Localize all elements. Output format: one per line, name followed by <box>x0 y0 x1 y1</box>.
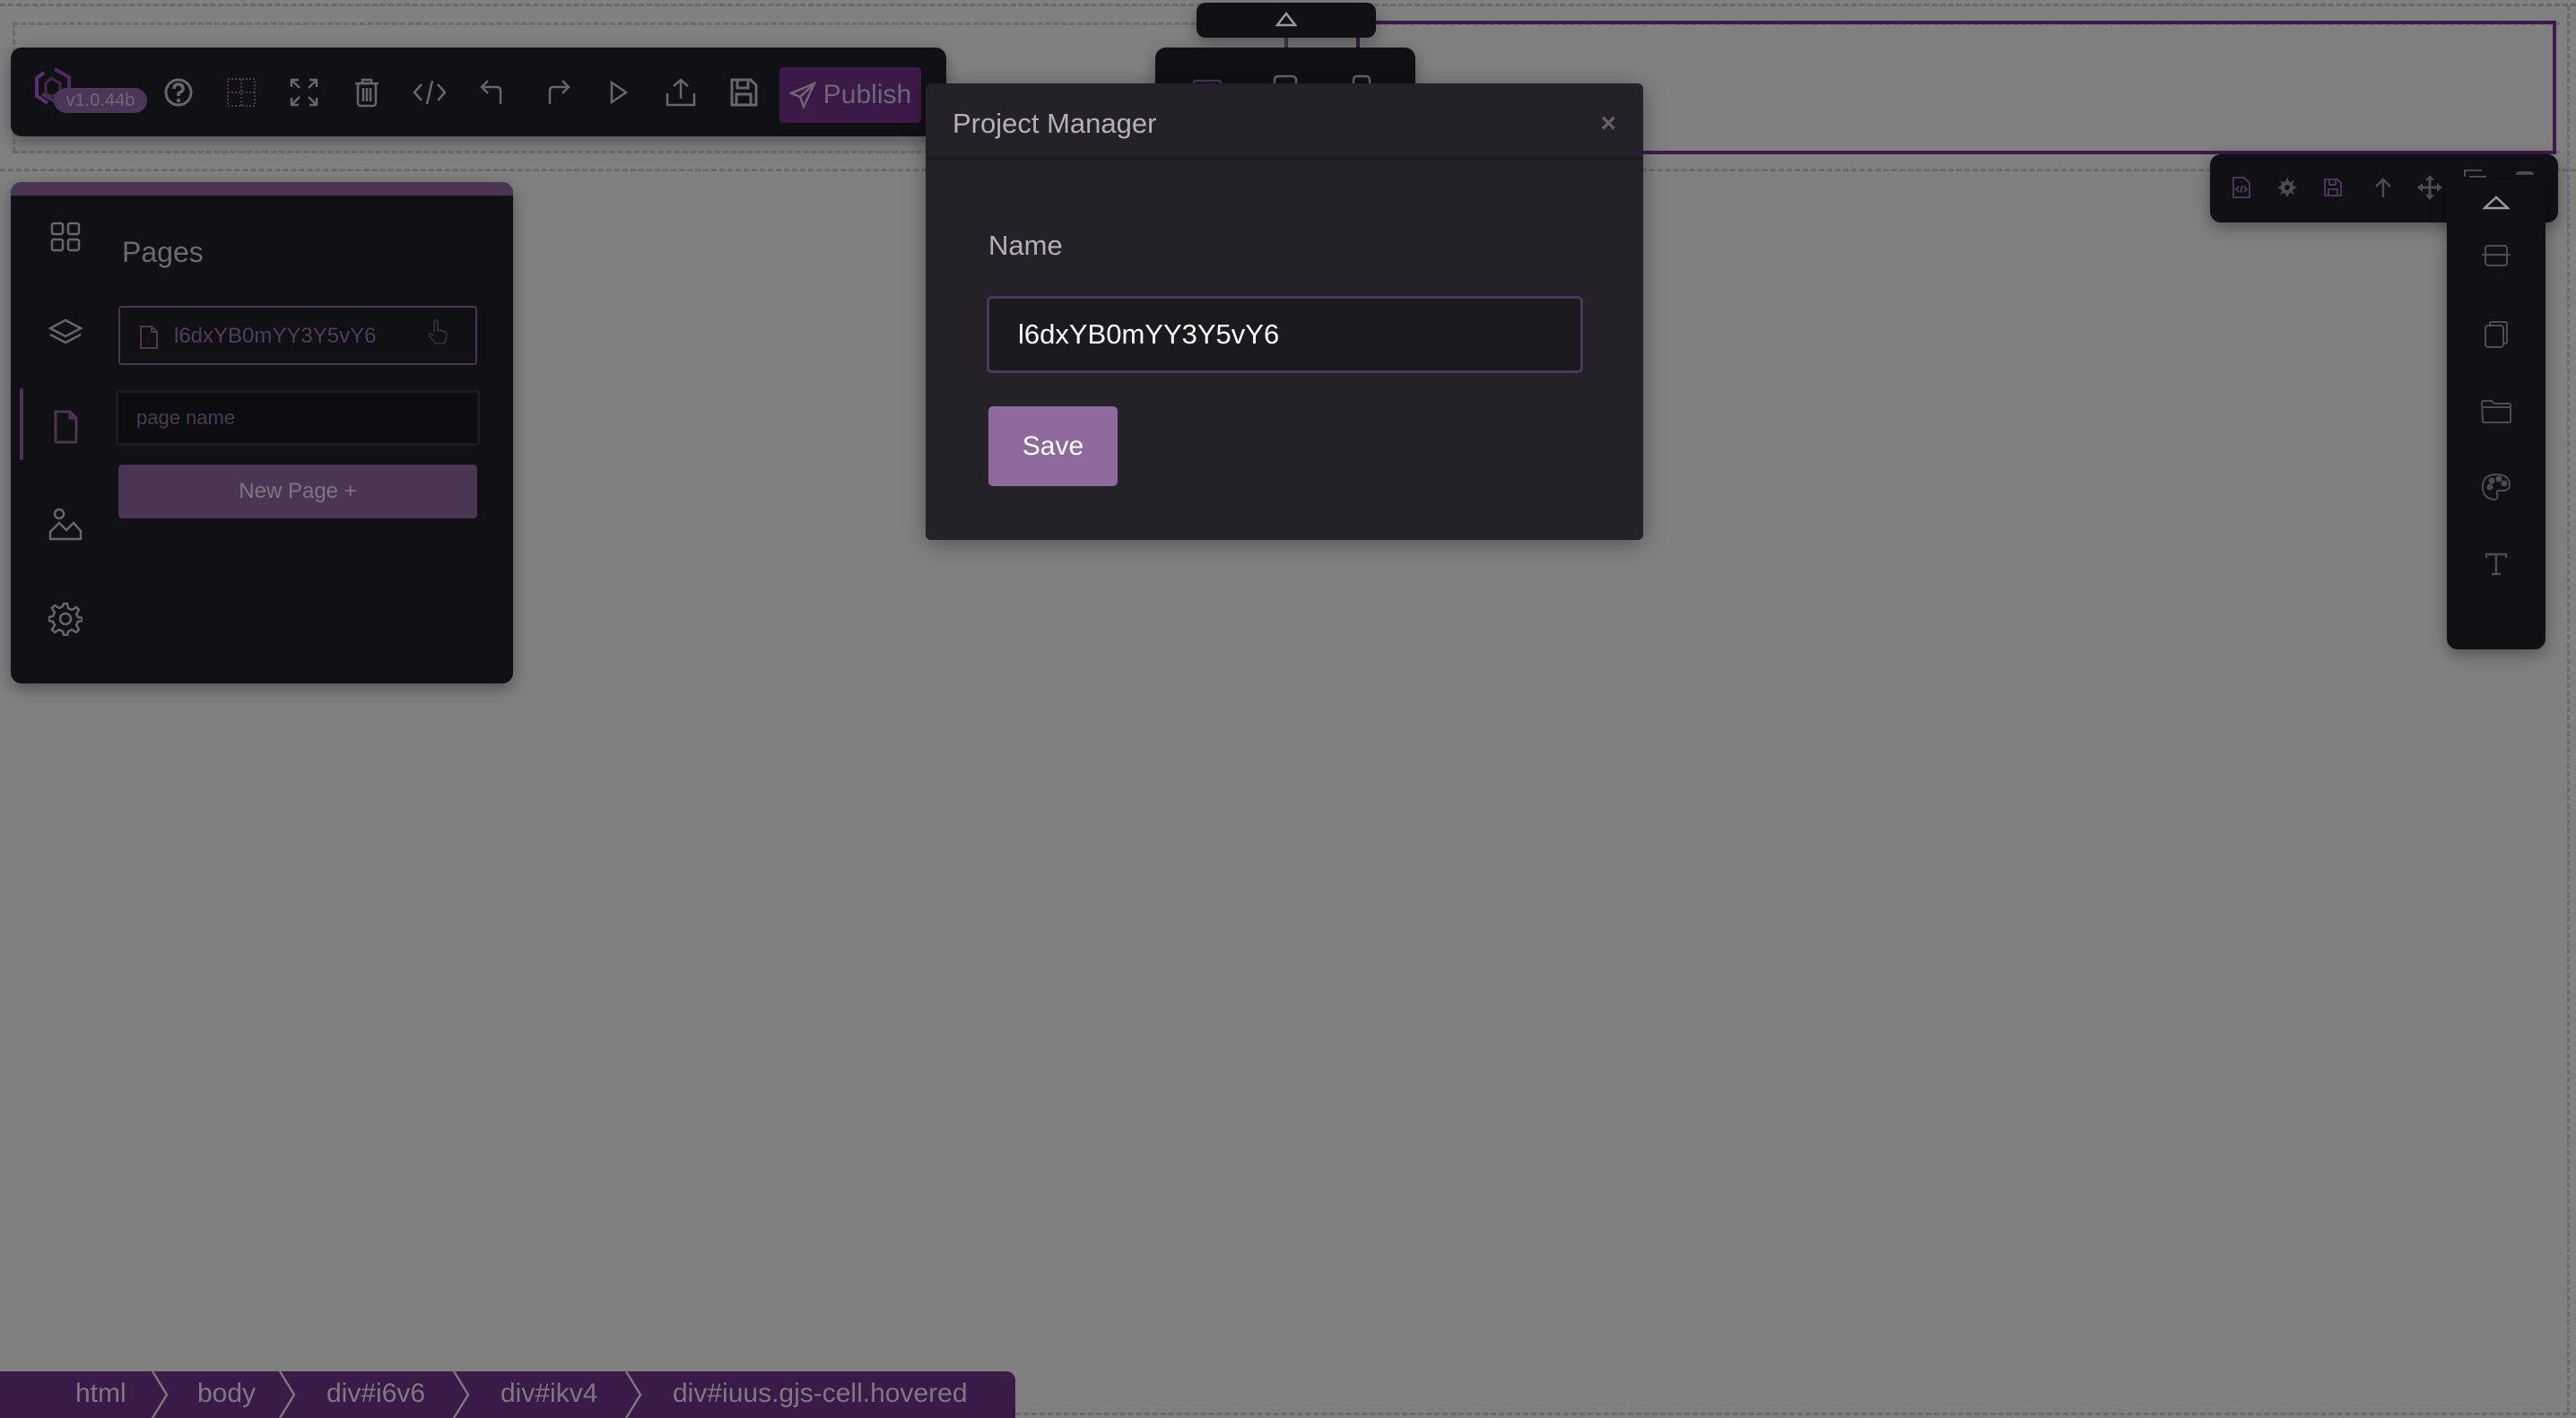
code-file-icon[interactable] <box>2230 174 2253 201</box>
duplicate-icon[interactable] <box>2481 319 2511 350</box>
active-indicator <box>20 388 23 460</box>
publish-button[interactable]: Publish <box>779 67 921 123</box>
save-button[interactable]: Save <box>988 406 1118 486</box>
breadcrumb-item[interactable]: div#iuus.gjs-cell.hovered <box>673 1379 968 1409</box>
breadcrumb-item[interactable]: html <box>75 1379 126 1409</box>
code-icon[interactable] <box>410 73 449 112</box>
breadcrumb-item[interactable]: div#ikv4 <box>500 1379 597 1409</box>
triangle-up-icon <box>1275 10 1297 28</box>
right-sidebar <box>2447 179 2546 649</box>
modal-title: Project Manager <box>953 108 1157 139</box>
preview-icon[interactable] <box>599 73 639 112</box>
panel-title: Pages <box>122 236 204 268</box>
gear-icon[interactable] <box>2276 174 2299 201</box>
chevron-right-icon <box>452 1371 470 1418</box>
page-name-input[interactable] <box>116 390 480 446</box>
arrow-up-icon[interactable] <box>2371 174 2395 201</box>
palette-icon[interactable] <box>2479 470 2513 504</box>
folder-icon[interactable] <box>2479 396 2513 427</box>
chevron-right-icon <box>624 1371 642 1418</box>
blocks-icon[interactable] <box>38 209 93 265</box>
drag-hand-icon[interactable] <box>425 318 450 345</box>
collapse-up-icon[interactable] <box>2481 194 2511 212</box>
save-icon[interactable] <box>2321 174 2345 201</box>
chevron-right-icon <box>151 1371 169 1418</box>
page-list-item[interactable]: l6dxYB0mYY3Y5vY6 <box>118 306 477 365</box>
pages-icon[interactable] <box>38 399 93 455</box>
panel-drag-bar[interactable] <box>11 182 513 196</box>
page-name: l6dxYB0mYY3Y5vY6 <box>174 324 377 348</box>
name-label: Name <box>988 230 1063 261</box>
move-icon[interactable] <box>2416 174 2443 201</box>
settings-icon[interactable] <box>38 591 93 647</box>
assets-icon[interactable] <box>38 496 93 552</box>
close-icon[interactable]: × <box>1600 109 1616 139</box>
connector <box>1284 38 1288 48</box>
section-icon[interactable] <box>2479 240 2513 271</box>
canvas-guide <box>1015 1413 2576 1415</box>
breadcrumb: html body div#i6v6 div#ikv4 div#iuus.gjs… <box>0 1371 1015 1418</box>
export-icon[interactable] <box>661 73 701 112</box>
trash-icon[interactable] <box>347 73 387 112</box>
text-icon[interactable] <box>2481 547 2511 581</box>
delete-icon[interactable] <box>2513 167 2537 179</box>
chevron-right-icon <box>278 1371 296 1418</box>
version-badge: v1.0.44b <box>54 88 147 113</box>
pages-panel: Pages l6dxYB0mYY3Y5vY6 New Page + <box>11 182 513 683</box>
collapse-toolbar-button[interactable] <box>1197 3 1376 38</box>
help-icon[interactable] <box>159 73 198 112</box>
new-page-button[interactable]: New Page + <box>118 465 477 518</box>
canvas-guide <box>2567 5 2570 1414</box>
breadcrumb-item[interactable]: div#i6v6 <box>326 1379 425 1409</box>
save-icon[interactable] <box>724 73 763 112</box>
main-toolbar: v1.0.44b Publish <box>11 48 946 136</box>
grid-icon[interactable] <box>222 73 261 112</box>
fullscreen-icon[interactable] <box>284 73 324 112</box>
file-icon <box>138 324 160 351</box>
redo-icon[interactable] <box>538 73 578 112</box>
undo-icon[interactable] <box>473 73 512 112</box>
project-manager-modal: Project Manager × Name Save <box>926 83 1643 540</box>
publish-label: Publish <box>822 80 912 109</box>
project-name-input[interactable] <box>987 296 1583 373</box>
breadcrumb-item[interactable]: body <box>197 1379 256 1409</box>
layers-icon[interactable] <box>38 305 93 361</box>
send-icon <box>788 82 816 109</box>
modal-header: Project Manager × <box>926 83 1643 160</box>
